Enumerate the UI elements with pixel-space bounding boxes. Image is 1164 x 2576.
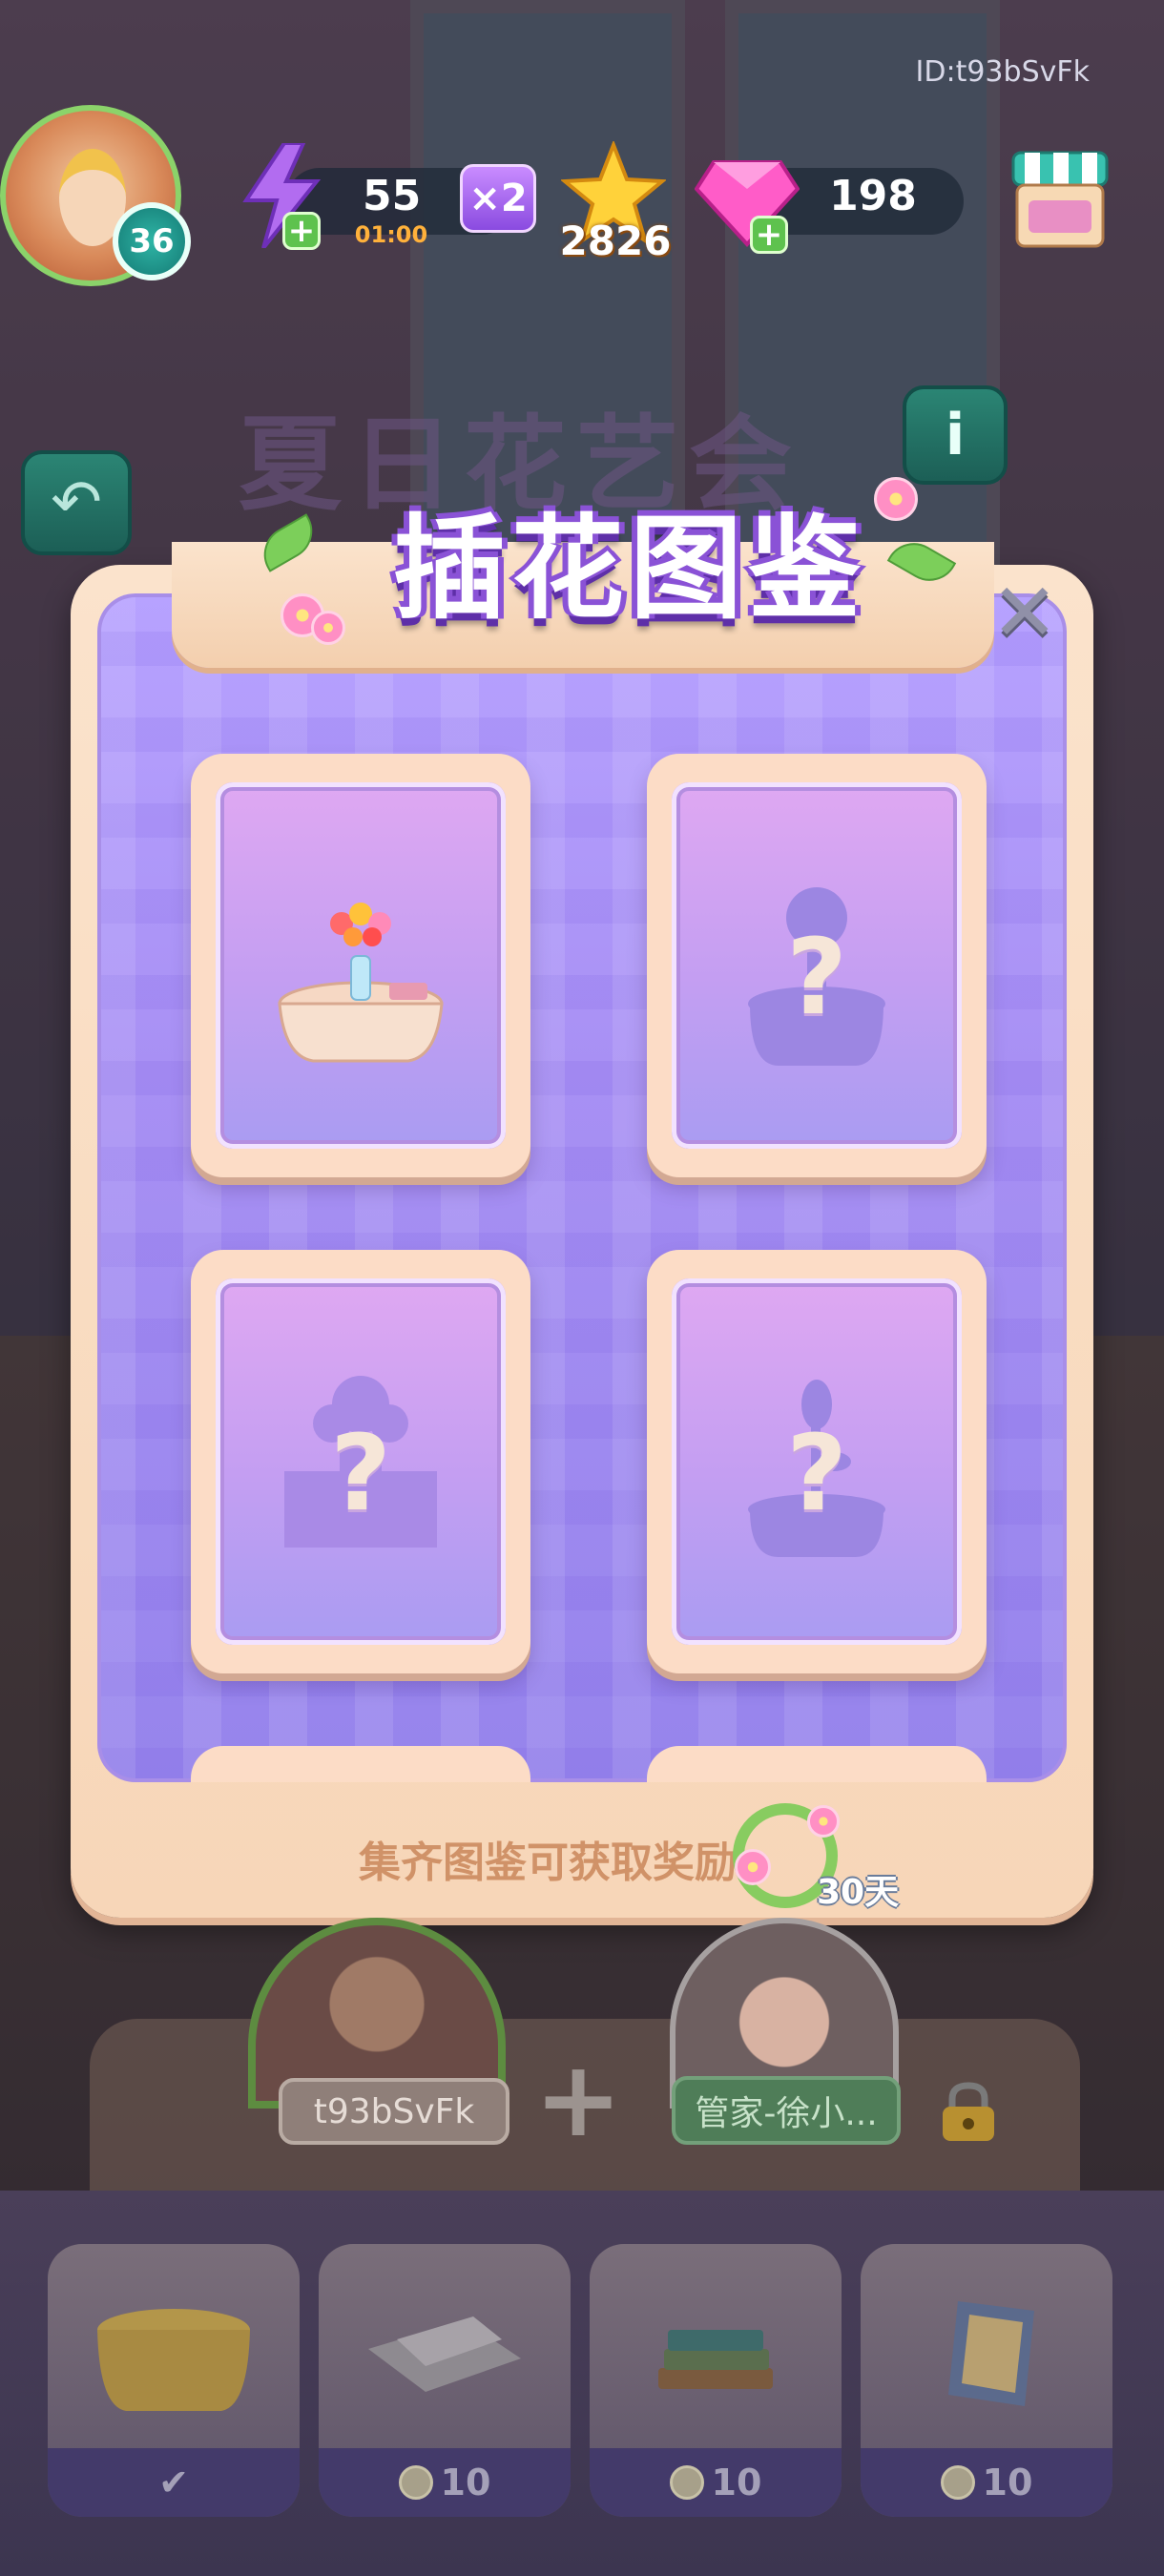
reward-duration: 30天 — [817, 1873, 900, 1912]
item-price: 10 — [861, 2448, 1112, 2517]
level-badge: 36 — [113, 202, 191, 280]
reward-description: 集齐图鉴可获取奖励 — [359, 1839, 737, 1887]
collection-grid[interactable]: ? ? ? — [97, 593, 1067, 1782]
unknown-mark: ? — [786, 1412, 847, 1534]
add-energy-button[interactable]: + — [282, 212, 321, 250]
add-gems-button[interactable]: + — [750, 216, 788, 254]
item-owned-check: ✔ — [48, 2448, 300, 2517]
lock-icon — [943, 2082, 994, 2141]
item-price-value: 10 — [711, 2462, 762, 2503]
picture-frame-icon — [948, 2301, 1034, 2406]
close-button[interactable]: ✕ — [987, 572, 1063, 653]
flower-decoration — [735, 1849, 771, 1885]
item-slot-picture-frame[interactable]: 10 — [861, 2244, 1112, 2517]
item-price: 10 — [319, 2448, 571, 2517]
flower-coin-icon — [398, 2465, 433, 2500]
back-button[interactable]: ↶ — [21, 450, 132, 555]
card-frame — [216, 782, 506, 1149]
unknown-mark: ? — [330, 1412, 391, 1534]
unknown-mark: ? — [786, 916, 847, 1038]
energy-value: 55 — [363, 172, 422, 220]
item-price-value: 10 — [440, 2462, 491, 2503]
item-slot-tablecloth[interactable]: ✔ — [48, 2244, 300, 2517]
energy-timer: 01:00 — [354, 221, 428, 248]
item-price: 10 — [590, 2448, 842, 2517]
player-name-tag: t93bSvFk — [279, 2078, 509, 2145]
invite-plus-button[interactable]: + — [534, 2038, 622, 2160]
flower-coin-icon — [669, 2465, 704, 2500]
card-frame: ? — [672, 1278, 962, 1645]
collection-card[interactable] — [191, 1746, 530, 1782]
player-id-label: ID:t93bSvFk — [915, 55, 1090, 89]
flower-coin-icon — [940, 2465, 975, 2500]
energy-multiplier-button[interactable]: ×2 — [460, 164, 536, 233]
item-slot-books[interactable]: 10 — [590, 2244, 842, 2517]
item-slot-newspaper[interactable]: 10 — [319, 2244, 571, 2517]
item-price-value: 10 — [982, 2462, 1033, 2503]
flower-table-icon — [278, 903, 444, 1063]
flower-decoration — [807, 1805, 840, 1838]
star-count: 2826 — [559, 218, 672, 264]
collection-card[interactable]: ? — [647, 754, 987, 1177]
card-frame: ? — [216, 1278, 506, 1645]
collection-dialog: ? ? ? 插花图鉴 ✕ 集齐图鉴可获取奖励 30天 — [71, 477, 1093, 1918]
butler-name-tag: 管家-徐小... — [672, 2076, 901, 2145]
gem-count: 198 — [829, 172, 917, 220]
dialog-title: 插花图鉴 — [392, 503, 866, 634]
collection-card[interactable] — [647, 1746, 987, 1782]
collection-card[interactable]: ? — [191, 1250, 530, 1673]
tablecloth-icon — [97, 2309, 250, 2411]
shop-icon[interactable] — [1008, 143, 1112, 253]
collection-card[interactable]: ? — [647, 1250, 987, 1673]
books-icon — [658, 2330, 773, 2389]
collection-card[interactable] — [191, 754, 530, 1177]
card-frame: ? — [672, 782, 962, 1149]
newspaper-icon — [368, 2316, 521, 2392]
